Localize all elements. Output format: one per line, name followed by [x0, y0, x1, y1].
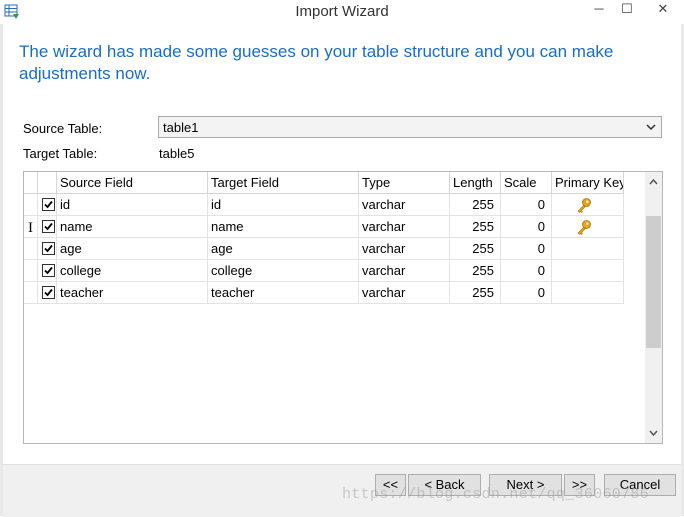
- source-field-cell[interactable]: id: [57, 194, 208, 216]
- table-row[interactable]: name name varchar 255 0: [24, 216, 624, 238]
- scrollbar-thumb[interactable]: [646, 216, 661, 348]
- type-cell[interactable]: varchar: [359, 282, 450, 304]
- length-cell[interactable]: 255: [450, 238, 501, 260]
- minimize-button[interactable]: ─: [586, 0, 612, 22]
- row-checkbox[interactable]: [38, 282, 57, 304]
- target-field-cell[interactable]: college: [208, 260, 359, 282]
- type-cell[interactable]: varchar: [359, 260, 450, 282]
- target-field-cell[interactable]: id: [208, 194, 359, 216]
- row-indicator: [24, 238, 38, 260]
- table-row[interactable]: id id varchar 255 0: [24, 194, 624, 216]
- scale-cell[interactable]: 0: [501, 260, 552, 282]
- column-header-target-field[interactable]: Target Field: [208, 172, 359, 194]
- length-cell[interactable]: 255: [450, 194, 501, 216]
- scroll-up-icon[interactable]: [645, 172, 662, 192]
- target-field-cell[interactable]: teacher: [208, 282, 359, 304]
- type-cell[interactable]: varchar: [359, 216, 450, 238]
- scale-cell[interactable]: 0: [501, 216, 552, 238]
- vertical-scrollbar[interactable]: [645, 172, 662, 443]
- key-icon: [577, 198, 591, 213]
- chevron-down-icon: [646, 124, 656, 131]
- window-title: Import Wizard: [295, 3, 389, 20]
- primary-key-cell[interactable]: [552, 260, 624, 282]
- check-icon: [44, 200, 53, 209]
- table-row[interactable]: age age varchar 255 0: [24, 238, 624, 260]
- row-checkbox[interactable]: [38, 216, 57, 238]
- select-column-header: [38, 172, 57, 194]
- primary-key-cell[interactable]: [552, 282, 624, 304]
- primary-key-cell[interactable]: [552, 238, 624, 260]
- key-icon: [577, 220, 591, 235]
- row-indicator: [24, 282, 38, 304]
- row-indicator-header: [24, 172, 38, 194]
- source-field-cell[interactable]: age: [57, 238, 208, 260]
- scale-cell[interactable]: 0: [501, 238, 552, 260]
- table-row[interactable]: college college varchar 255 0: [24, 260, 624, 282]
- source-table-value: table1: [163, 120, 199, 135]
- table-row[interactable]: teacher teacher varchar 255 0: [24, 282, 624, 304]
- length-cell[interactable]: 255: [450, 282, 501, 304]
- row-indicator: [24, 194, 38, 216]
- target-field-cell[interactable]: age: [208, 238, 359, 260]
- checkbox[interactable]: [42, 242, 55, 255]
- check-icon: [44, 288, 53, 297]
- row-checkbox[interactable]: [38, 194, 57, 216]
- window-frame-left: [0, 24, 3, 516]
- checkbox[interactable]: [42, 220, 55, 233]
- row-checkbox[interactable]: [38, 238, 57, 260]
- source-field-cell[interactable]: name: [57, 216, 208, 238]
- type-cell[interactable]: varchar: [359, 194, 450, 216]
- column-header-source-field[interactable]: Source Field: [57, 172, 208, 194]
- scale-cell[interactable]: 0: [501, 194, 552, 216]
- checkbox[interactable]: [42, 264, 55, 277]
- column-header-length[interactable]: Length: [450, 172, 501, 194]
- column-header-type[interactable]: Type: [359, 172, 450, 194]
- check-icon: [44, 244, 53, 253]
- source-table-select[interactable]: table1: [158, 116, 662, 138]
- checkbox[interactable]: [42, 286, 55, 299]
- checkbox[interactable]: [42, 198, 55, 211]
- field-mapping-grid[interactable]: Source Field Target Field Type Length Sc…: [23, 171, 663, 444]
- watermark: https://blog.csdn.net/qq_36060786: [342, 486, 649, 503]
- type-cell[interactable]: varchar: [359, 238, 450, 260]
- target-field-cell[interactable]: name: [208, 216, 359, 238]
- source-field-cell[interactable]: college: [57, 260, 208, 282]
- text-cursor-icon: I: [28, 220, 33, 236]
- row-indicator: [24, 260, 38, 282]
- scale-cell[interactable]: 0: [501, 282, 552, 304]
- wizard-instructions: The wizard has made some guesses on your…: [19, 42, 614, 83]
- source-table-label: Source Table:: [23, 121, 103, 136]
- check-icon: [44, 266, 53, 275]
- primary-key-cell[interactable]: [552, 194, 624, 216]
- maximize-button[interactable]: ☐: [614, 0, 640, 22]
- scroll-down-icon[interactable]: [645, 423, 662, 443]
- length-cell[interactable]: 255: [450, 216, 501, 238]
- row-checkbox[interactable]: [38, 260, 57, 282]
- title-bar: Import Wizard ─ ☐ ✕: [0, 0, 684, 24]
- source-field-cell[interactable]: teacher: [57, 282, 208, 304]
- column-header-scale[interactable]: Scale: [501, 172, 552, 194]
- target-table-label: Target Table:: [23, 146, 98, 161]
- length-cell[interactable]: 255: [450, 260, 501, 282]
- column-header-primary-key[interactable]: Primary Key: [552, 172, 624, 194]
- close-button[interactable]: ✕: [642, 0, 684, 22]
- primary-key-cell[interactable]: [552, 216, 624, 238]
- check-icon: [44, 222, 53, 231]
- target-table-value: table5: [159, 146, 195, 161]
